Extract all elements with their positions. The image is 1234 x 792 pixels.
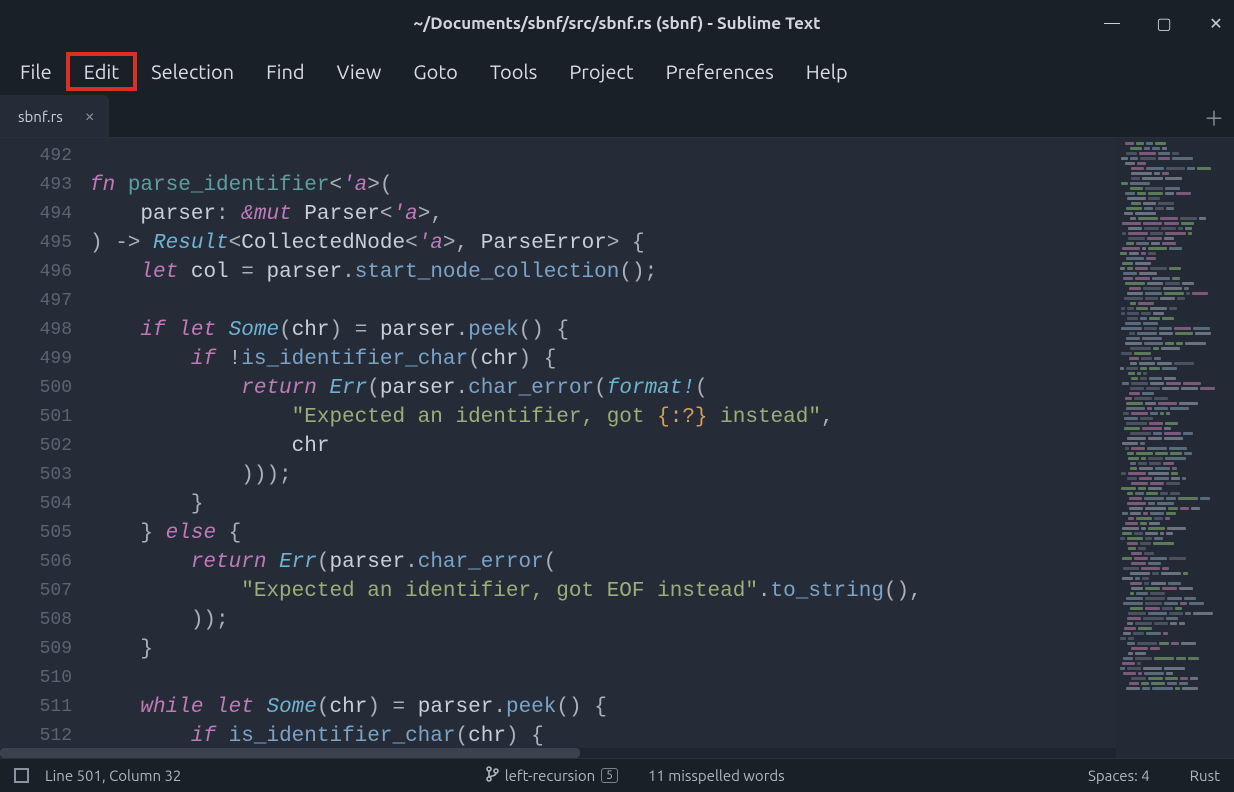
code-line: )); [90, 606, 1116, 635]
menu-find[interactable]: Find [250, 54, 321, 89]
indentation-label[interactable]: Spaces: 4 [1088, 767, 1150, 784]
code-line: parser: &mut Parser<'a>, [90, 200, 1116, 229]
tab-row: sbnf.rs × ＋ [0, 96, 1234, 138]
panel-switcher-icon[interactable] [14, 768, 29, 783]
menu-edit[interactable]: Edit [68, 54, 135, 89]
code-area[interactable]: fn parse_identifier<'a>( parser: &mut Pa… [90, 138, 1116, 758]
cursor-position-label[interactable]: Line 501, Column 32 [45, 767, 181, 784]
code-line: } [90, 490, 1116, 519]
code-line [90, 142, 1116, 171]
code-line: return Err(parser.char_error(format!( [90, 374, 1116, 403]
menu-tools[interactable]: Tools [474, 54, 553, 89]
code-line: ))); [90, 461, 1116, 490]
minimap[interactable] [1116, 138, 1234, 758]
minimize-button[interactable]: ― [1100, 14, 1124, 32]
menu-view[interactable]: View [321, 54, 398, 89]
tab-label: sbnf.rs [18, 108, 63, 125]
window-title: ~/Documents/sbnf/src/sbnf.rs (sbnf) - Su… [414, 14, 821, 33]
close-button[interactable]: ✕ [1204, 14, 1228, 33]
titlebar: ~/Documents/sbnf/src/sbnf.rs (sbnf) - Su… [0, 0, 1234, 46]
menu-goto[interactable]: Goto [397, 54, 473, 89]
code-line: fn parse_identifier<'a>( [90, 171, 1116, 200]
code-line: if !is_identifier_char(chr) { [90, 345, 1116, 374]
menu-file[interactable]: File [4, 54, 68, 89]
branch-name: left-recursion [505, 767, 595, 784]
git-branch[interactable]: left-recursion 5 [485, 766, 618, 785]
code-line: "Expected an identifier, got EOF instead… [90, 577, 1116, 606]
tab-close-icon[interactable]: × [85, 106, 95, 126]
code-line: while let Some(chr) = parser.peek() { [90, 693, 1116, 722]
horizontal-scrollbar[interactable] [0, 748, 1116, 758]
tab-sbnf[interactable]: sbnf.rs × [0, 95, 109, 137]
code-line: } else { [90, 519, 1116, 548]
code-line: let col = parser.start_node_collection()… [90, 258, 1116, 287]
window-controls: ― ▢ ✕ [1100, 0, 1228, 46]
maximize-button[interactable]: ▢ [1152, 14, 1176, 33]
code-line [90, 664, 1116, 693]
menu-selection[interactable]: Selection [135, 54, 250, 89]
editor[interactable]: 4924934944954964974984995005015025035045… [0, 138, 1234, 758]
menubar: File Edit Selection Find View Goto Tools… [0, 46, 1234, 96]
code-line: ) -> Result<CollectedNode<'a>, ParseErro… [90, 229, 1116, 258]
code-line: } [90, 635, 1116, 664]
code-line: if is_identifier_char(chr) { [90, 722, 1116, 751]
code-line: chr [90, 432, 1116, 461]
branch-count: 5 [601, 768, 618, 783]
code-line: return Err(parser.char_error( [90, 548, 1116, 577]
text-cursor-icon [534, 403, 536, 425]
gutter: 4924934944954964974984995005015025035045… [0, 138, 90, 758]
spellcheck-label[interactable]: 11 misspelled words [648, 767, 785, 784]
new-tab-icon[interactable]: ＋ [1204, 102, 1224, 131]
scrollbar-thumb[interactable] [0, 748, 580, 758]
syntax-label[interactable]: Rust [1190, 767, 1220, 784]
menu-help[interactable]: Help [790, 54, 864, 89]
code-line [90, 287, 1116, 316]
code-line: if let Some(chr) = parser.peek() { [90, 316, 1116, 345]
menu-preferences[interactable]: Preferences [650, 54, 790, 89]
statusbar: Line 501, Column 32 left-recursion 5 11 … [0, 758, 1234, 792]
menu-project[interactable]: Project [553, 54, 649, 89]
code-line: "Expected an identifier, got {:?} instea… [90, 403, 1116, 432]
branch-icon [485, 766, 499, 785]
